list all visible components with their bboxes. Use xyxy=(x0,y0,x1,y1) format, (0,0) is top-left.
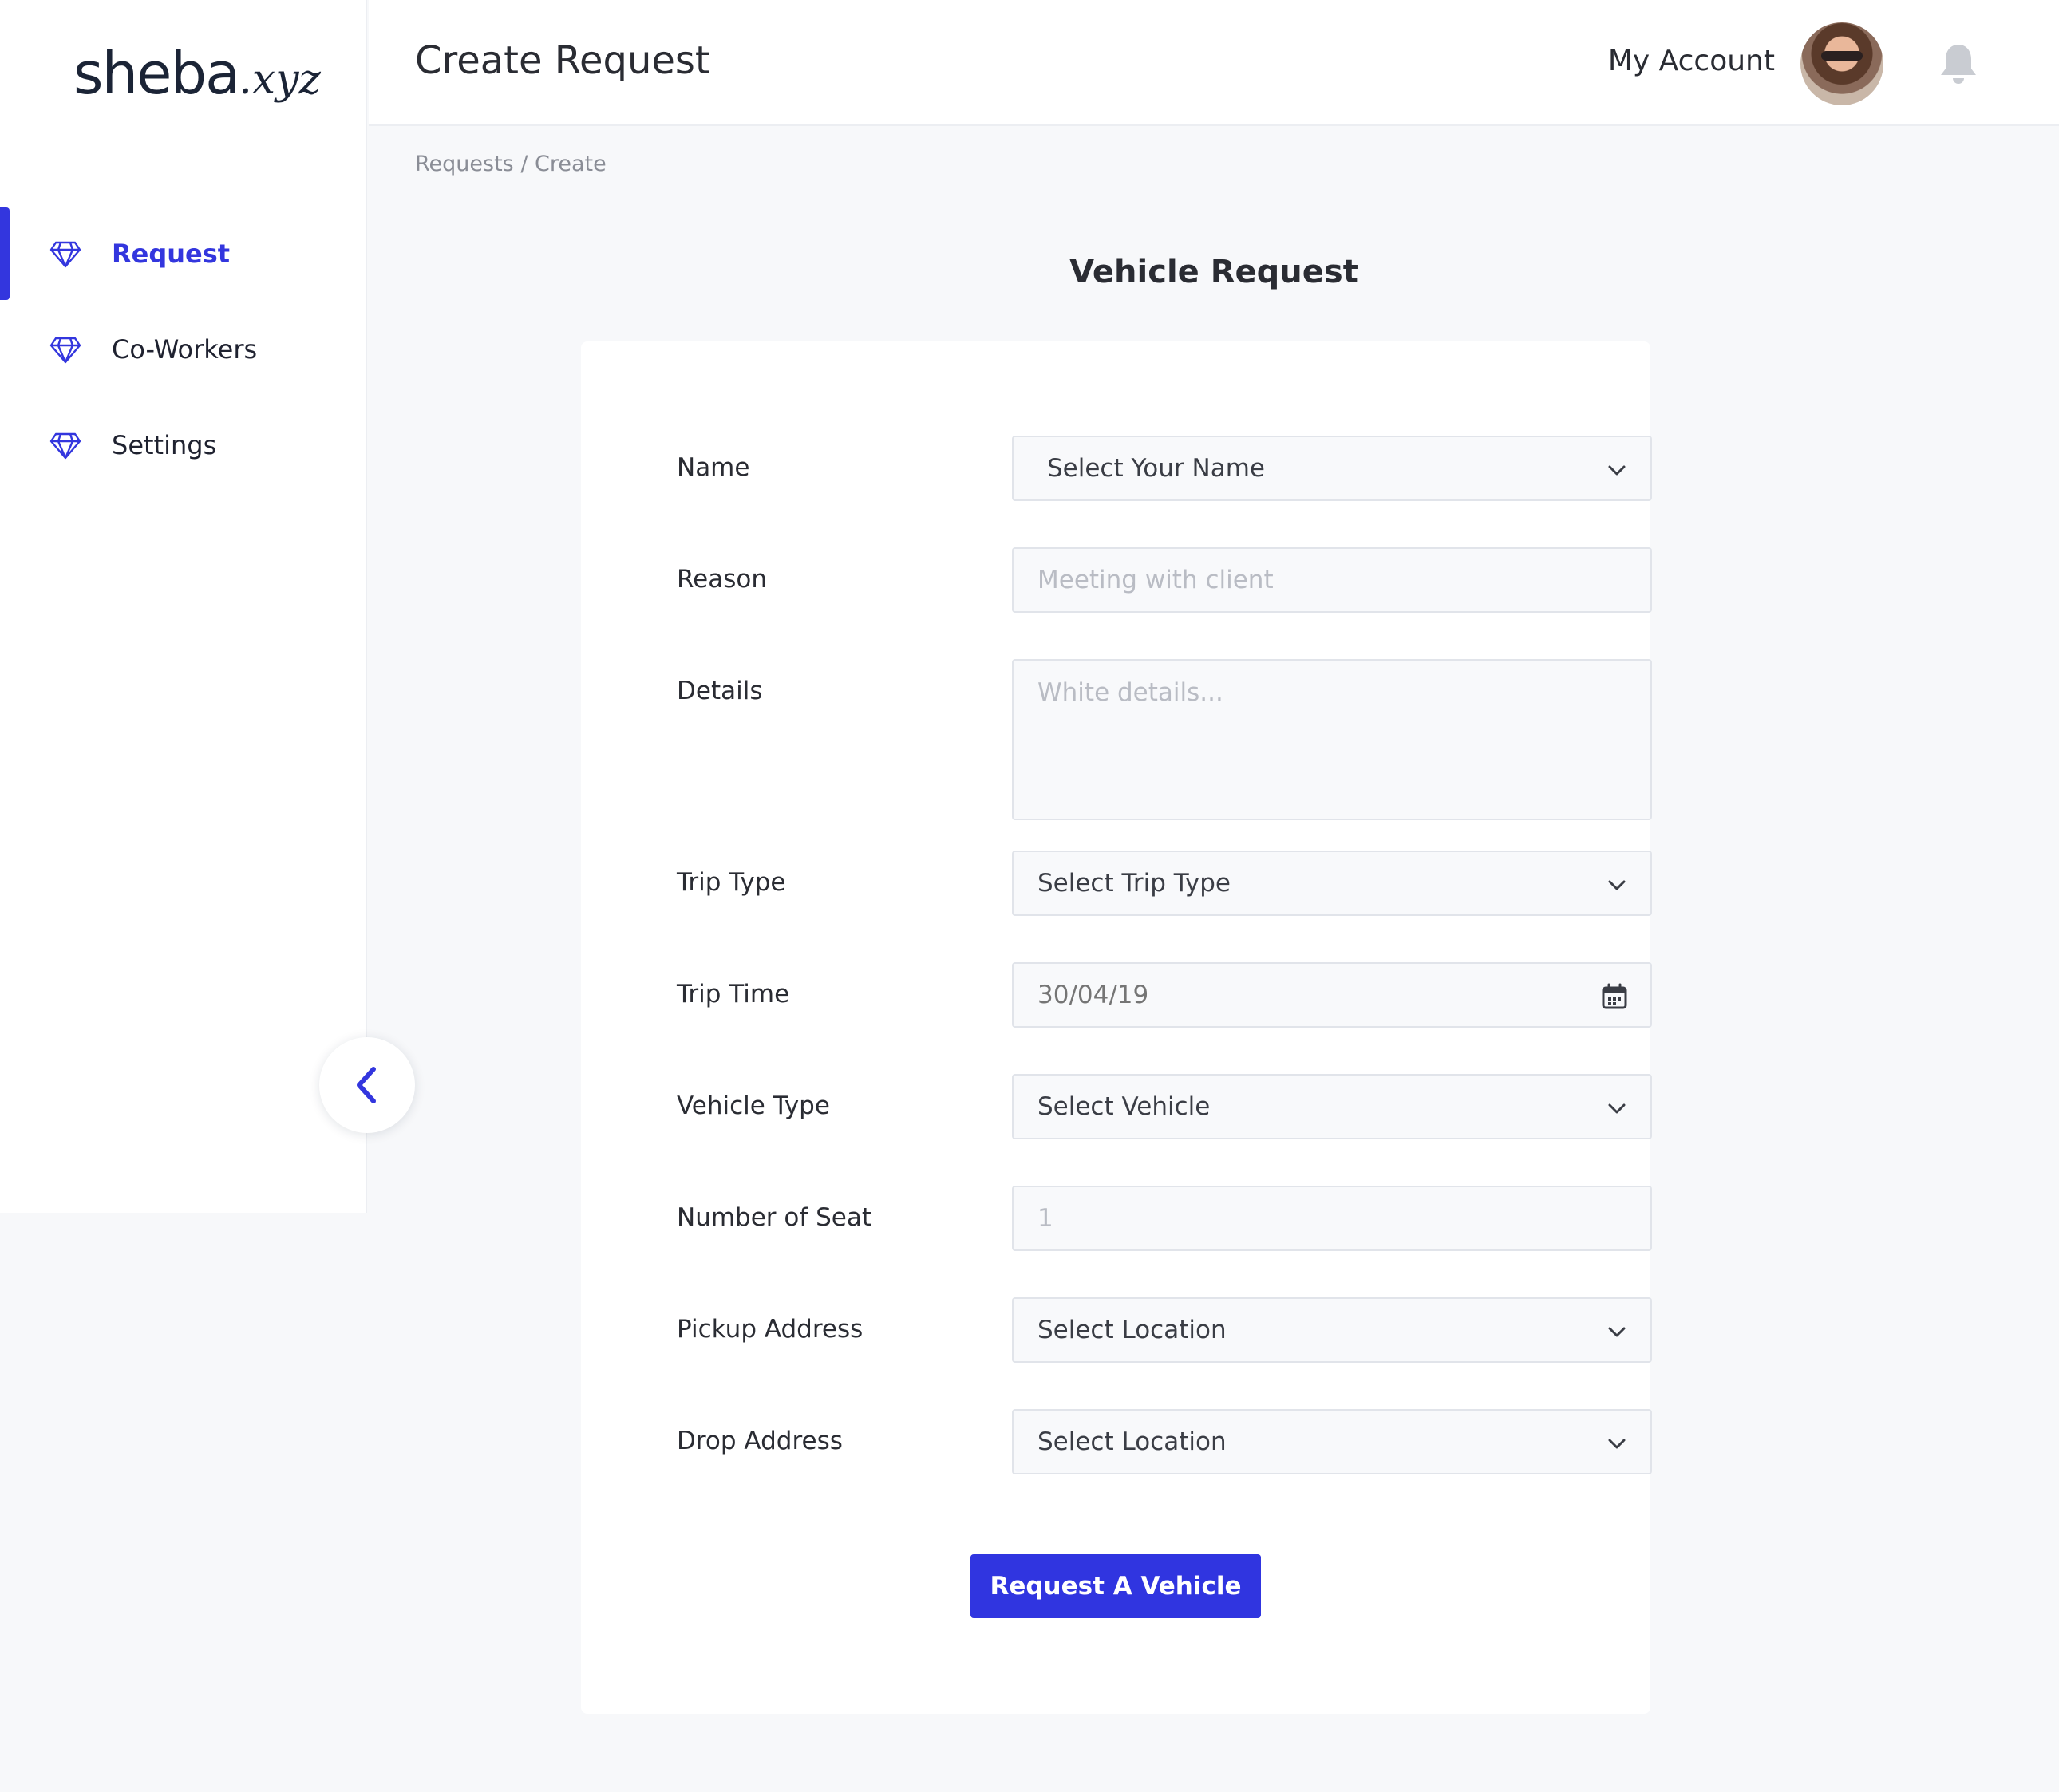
details-label: Details xyxy=(677,677,763,705)
pickup-address-select-value: Select Location xyxy=(1037,1316,1227,1344)
name-select[interactable]: Select Your Name xyxy=(1012,436,1652,501)
chevron-down-icon xyxy=(1608,1439,1626,1449)
sidebar-item-label: Request xyxy=(112,239,231,269)
trip-type-label: Trip Type xyxy=(677,868,786,897)
pickup-address-label: Pickup Address xyxy=(677,1315,864,1344)
form-title: Vehicle Request xyxy=(1069,254,1358,290)
trip-type-select-value: Select Trip Type xyxy=(1037,869,1231,898)
reason-label: Reason xyxy=(677,565,767,594)
trip-time-input[interactable] xyxy=(1014,964,1650,1026)
sidebar-item-co-workers[interactable]: Co-Workers xyxy=(0,302,367,397)
logo[interactable]: sheba.xyz xyxy=(73,40,321,107)
name-label: Name xyxy=(677,453,750,482)
vehicle-type-select[interactable]: Select Vehicle xyxy=(1012,1074,1652,1139)
vehicle-request-card: Name Select Your Name Reason Details Tri… xyxy=(581,341,1652,1714)
diamond-icon xyxy=(49,337,81,364)
sidebar: sheba.xyz Request Co-Workers Settings xyxy=(0,0,367,1213)
seats-label: Number of Seat xyxy=(677,1203,872,1232)
avatar-glasses xyxy=(1821,51,1863,61)
sidebar-collapse-button[interactable] xyxy=(319,1037,415,1133)
chevron-down-icon xyxy=(1608,465,1626,476)
avatar[interactable] xyxy=(1800,22,1883,105)
bell-icon[interactable] xyxy=(1938,41,1979,86)
sidebar-item-label: Settings xyxy=(112,430,217,460)
chevron-down-icon xyxy=(1608,1103,1626,1114)
sidebar-item-label: Co-Workers xyxy=(112,334,258,365)
seats-input[interactable] xyxy=(1012,1186,1652,1251)
page-title: Create Request xyxy=(415,38,710,83)
logo-suffix: .xyz xyxy=(239,56,321,104)
sidebar-item-settings[interactable]: Settings xyxy=(0,397,367,493)
chevron-left-icon xyxy=(357,1067,376,1103)
chevron-down-icon xyxy=(1608,1327,1626,1337)
drop-address-select-value: Select Location xyxy=(1037,1427,1227,1456)
name-select-value: Select Your Name xyxy=(1047,454,1265,483)
top-header: Create Request My Account xyxy=(369,0,2059,126)
trip-type-select[interactable]: Select Trip Type xyxy=(1012,851,1652,916)
trip-time-field[interactable] xyxy=(1012,962,1652,1028)
drop-address-label: Drop Address xyxy=(677,1427,843,1455)
reason-input[interactable] xyxy=(1012,547,1652,613)
pickup-address-select[interactable]: Select Location xyxy=(1012,1297,1652,1363)
details-textarea[interactable] xyxy=(1012,659,1652,820)
calendar-icon[interactable] xyxy=(1601,983,1628,1010)
breadcrumb: Requests / Create xyxy=(415,152,607,176)
diamond-icon xyxy=(49,241,81,268)
my-account-link[interactable]: My Account xyxy=(1608,45,1775,77)
trip-time-label: Trip Time xyxy=(677,980,790,1008)
diamond-icon xyxy=(49,432,81,460)
request-vehicle-button[interactable]: Request A Vehicle xyxy=(970,1554,1261,1618)
vehicle-type-select-value: Select Vehicle xyxy=(1037,1092,1211,1121)
logo-main: sheba xyxy=(73,40,240,107)
sidebar-nav: Request Co-Workers Settings xyxy=(0,206,367,493)
chevron-down-icon xyxy=(1608,880,1626,890)
sidebar-item-request[interactable]: Request xyxy=(0,206,367,302)
drop-address-select[interactable]: Select Location xyxy=(1012,1409,1652,1474)
vehicle-type-label: Vehicle Type xyxy=(677,1091,830,1120)
